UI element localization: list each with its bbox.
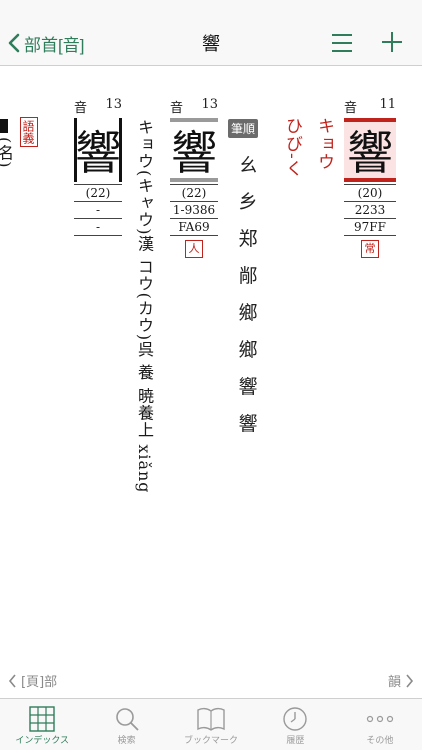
kanji-entry-content: 音 11 響 (20) 2233 97FF 常 キョウ ひび-く 筆順 ㄠ 乡 …	[0, 67, 422, 664]
stroke-count: (20)	[344, 184, 396, 202]
meaning-badge: 語義	[20, 117, 38, 147]
extra-strokes: 13	[105, 97, 122, 112]
stroke-step: 鄉	[238, 302, 258, 324]
partial-marker	[0, 119, 8, 133]
kun-reading: ひび-く	[282, 117, 302, 178]
jis-code: 2233	[344, 202, 396, 219]
chevron-right-icon	[406, 673, 414, 688]
search-icon	[115, 708, 139, 731]
tab-bookmark[interactable]: ブックマーク	[169, 699, 253, 750]
stroke-count: (22)	[74, 184, 122, 202]
radical-label: 音	[74, 101, 88, 116]
stroke-step: 響	[238, 413, 258, 435]
stroke-step: 郑	[238, 228, 258, 250]
grid-icon	[29, 706, 55, 732]
more-icon	[366, 715, 393, 723]
menu-icon[interactable]	[330, 32, 354, 54]
stroke-step: 䣊	[238, 265, 258, 287]
joyo-badge: 常	[361, 240, 379, 258]
tab-index[interactable]: インデックス	[0, 699, 84, 750]
jis-code: 1-9386	[170, 202, 218, 219]
variant-kanji: 響	[170, 118, 218, 182]
tab-bar: インデックス 検索 ブックマーク 履歴 その他	[0, 698, 422, 750]
jinmei-badge: 人	[185, 240, 203, 258]
pager: [頁]部 韻	[0, 664, 422, 696]
partial-text: (名)	[0, 137, 14, 169]
tab-more[interactable]: その他	[338, 699, 422, 750]
navigation-bar: 部首[音] 響	[0, 0, 422, 66]
tab-history[interactable]: 履歴	[253, 699, 337, 750]
stroke-count: (22)	[170, 184, 218, 202]
stroke-step: 乡	[238, 191, 258, 213]
unicode-code: 97FF	[344, 219, 396, 236]
stroke-step: 響	[238, 376, 258, 398]
reading-details: キョウ(キャウ)漢 コウ(カウ)呉 養 暁養上 xiǎng	[135, 119, 154, 494]
main-kanji-entry[interactable]: 音 11 響 (20) 2233 97FF 常	[344, 97, 396, 258]
radical-label: 音	[170, 101, 184, 116]
unicode-code: FA69	[170, 219, 218, 236]
code-line: -	[74, 202, 122, 219]
stroke-order-badge: 筆順	[228, 119, 259, 138]
clock-icon	[283, 707, 308, 731]
variant-kanji-entry[interactable]: 音 13 響 (22) 1-9386 FA69 人	[170, 97, 218, 258]
stroke-step: ㄠ	[238, 154, 258, 176]
book-icon	[197, 707, 225, 731]
code-line: -	[74, 219, 122, 236]
on-reading: キョウ	[314, 117, 334, 171]
page-title: 響	[202, 34, 220, 55]
main-kanji: 響	[344, 118, 396, 182]
chevron-left-icon	[8, 673, 16, 688]
add-icon[interactable]	[380, 30, 404, 54]
extra-strokes: 13	[201, 97, 218, 112]
next-kanji-link[interactable]: 韻	[388, 671, 414, 690]
radical-label: 音	[344, 101, 358, 116]
extra-strokes: 11	[379, 97, 396, 112]
stroke-order-steps: ㄠ 乡 郑 䣊 鄉 鄉 響 響	[230, 147, 266, 443]
previous-radical-link[interactable]: [頁]部	[8, 671, 57, 690]
stroke-step: 鄉	[238, 339, 258, 361]
variant-kanji-entry-2[interactable]: 音 13 響 (22) - -	[74, 97, 122, 236]
tab-search[interactable]: 検索	[84, 699, 168, 750]
variant-kanji: 響	[74, 118, 122, 182]
